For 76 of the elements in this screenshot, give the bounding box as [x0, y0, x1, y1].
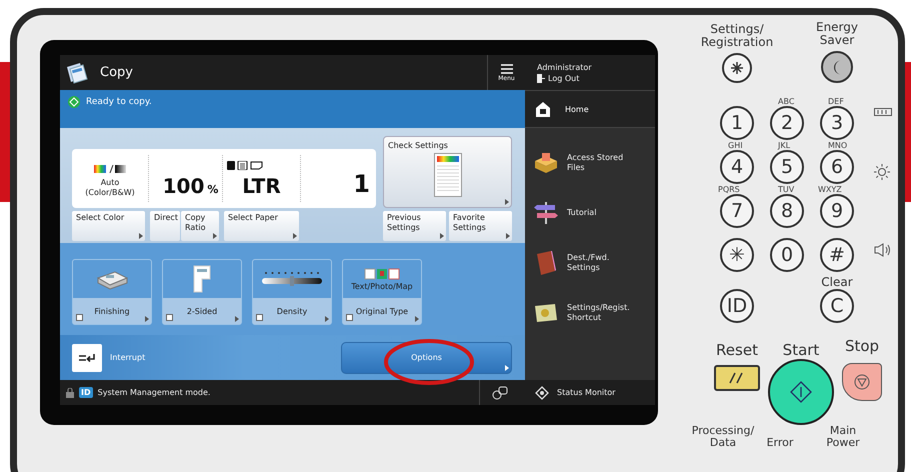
color-mode-value: Auto (Color/B&W): [84, 178, 136, 198]
document-preview-icon: [434, 153, 462, 197]
status-monitor-button[interactable]: Status Monitor: [525, 380, 655, 405]
footer-message: System Management mode.: [98, 388, 212, 397]
sidebar-item[interactable]: Access Stored Files: [525, 146, 655, 180]
menu-icon: [500, 64, 512, 74]
options-button[interactable]: Options: [341, 342, 512, 374]
copy-icon: [64, 60, 90, 84]
corner-icon: [346, 314, 353, 321]
status-message: Ready to copy.: [86, 96, 152, 108]
key-label: Energy Saver: [814, 21, 859, 47]
slashes-icon: [729, 371, 745, 385]
reset-button[interactable]: [714, 365, 760, 391]
corner-icon: [76, 314, 83, 321]
stop-button[interactable]: [842, 363, 882, 401]
signpost-icon: [533, 201, 559, 225]
sidebar-item[interactable]: Tutorial: [525, 196, 655, 230]
function-tile[interactable]: Finishing: [72, 259, 152, 325]
color-mode-icon: [94, 165, 126, 173]
brightness-icon: [874, 164, 890, 180]
indicator-label: Processing/ Data: [690, 425, 756, 449]
user-name: Administrator: [537, 62, 593, 72]
indicator-label: Main Power: [825, 425, 861, 449]
counter-icon: [874, 108, 892, 116]
clear-label: Clear: [821, 276, 853, 289]
reset-label: Reset: [716, 341, 758, 359]
page-icon: [192, 265, 212, 293]
storage-box-icon: [533, 151, 559, 175]
lock-icon: [66, 388, 74, 398]
stop-label: Stop: [844, 337, 880, 355]
function-tile[interactable]: 2-Sided: [162, 259, 242, 325]
slider-icon: [260, 270, 324, 288]
corner-icon: [166, 314, 173, 321]
setting-button[interactable]: Favorite Settings: [449, 211, 512, 241]
interrupt-button[interactable]: [72, 344, 102, 372]
id-badge: ID: [79, 387, 93, 398]
asterisk-icon: [729, 60, 745, 76]
window-title: Copy: [100, 65, 134, 80]
copy-count: 1: [353, 170, 370, 198]
moon-icon: [832, 60, 842, 74]
function-tile[interactable]: Density: [252, 259, 332, 325]
sidebar-item[interactable]: Settings/Regist. Shortcut: [525, 296, 655, 330]
id-key[interactable]: ID: [720, 289, 754, 323]
home-button[interactable]: Home: [525, 90, 655, 128]
settings-button[interactable]: [722, 53, 752, 83]
interrupt-label: Interrupt: [110, 353, 146, 362]
setting-button[interactable]: Select Paper: [224, 211, 299, 241]
sidebar-item[interactable]: Dest./Fwd. Settings: [525, 246, 655, 280]
door-icon: [537, 74, 545, 82]
status-icon: [68, 96, 80, 108]
speaker-icon: [874, 243, 892, 257]
shapes-icon: [492, 386, 508, 400]
setting-button[interactable]: Previous Settings: [383, 211, 446, 241]
check-settings-button[interactable]: Check Settings: [383, 136, 512, 208]
diamond-icon: [535, 386, 549, 400]
corner-icon: [256, 314, 263, 321]
start-label: Start: [782, 341, 820, 359]
logout-link[interactable]: Log Out: [537, 74, 655, 82]
document-types-icon: [364, 268, 400, 280]
start-icon: [789, 380, 813, 404]
setting-button[interactable]: Direct: [150, 211, 180, 241]
setting-button[interactable]: Copy Ratio: [181, 211, 219, 241]
home-icon: [535, 100, 551, 118]
energy-saver-button[interactable]: [821, 51, 853, 83]
indicator-label: Error: [766, 437, 794, 449]
clear-key[interactable]: C: [820, 289, 854, 323]
card-icon: [533, 302, 559, 324]
stop-icon: [854, 374, 870, 390]
ratio-unit: %: [207, 183, 218, 196]
key-label: Settings/ Registration: [700, 23, 774, 49]
paper-icons: [227, 161, 263, 170]
interrupt-icon: [78, 352, 96, 362]
setting-button[interactable]: Select Color: [72, 211, 145, 241]
paper-size: LTR: [242, 174, 281, 198]
ratio-value: 100: [162, 174, 204, 198]
function-tile[interactable]: Text/Photo/Map Original Type: [342, 259, 422, 325]
